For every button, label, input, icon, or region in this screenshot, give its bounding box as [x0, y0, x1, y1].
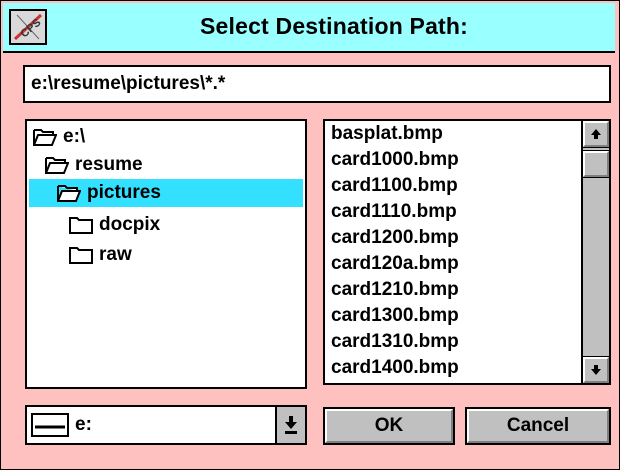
directory-label: docpix: [99, 214, 161, 235]
file-item[interactable]: basplat.bmp: [331, 121, 443, 147]
dialog-title: Select Destination Path:: [199, 13, 469, 39]
system-menu-button[interactable]: CPS: [9, 9, 47, 45]
directory-item[interactable]: docpix: [69, 211, 229, 239]
arrow-up-icon: [591, 129, 601, 139]
directory-list[interactable]: e:\ resume pictures docpix raw: [25, 119, 307, 389]
file-item[interactable]: card1210.bmp: [331, 277, 459, 303]
directory-item[interactable]: e:\: [33, 123, 193, 151]
scroll-thumb[interactable]: [582, 150, 609, 178]
app-logo-icon: CPS: [13, 13, 43, 41]
drive-dropdown-button[interactable]: [275, 407, 305, 443]
cancel-button[interactable]: Cancel: [465, 407, 611, 445]
scroll-up-button[interactable]: [582, 121, 609, 148]
file-item[interactable]: card1200.bmp: [331, 225, 459, 251]
directory-item[interactable]: raw: [69, 241, 229, 269]
file-item[interactable]: card1110.bmp: [331, 199, 457, 225]
dropdown-arrow-icon: [285, 416, 297, 434]
file-item[interactable]: card1100.bmp: [331, 173, 458, 199]
file-item[interactable]: card120a.bmp: [331, 251, 459, 277]
title-bar: CPS Select Destination Path:: [3, 3, 615, 53]
file-item[interactable]: card1000.bmp: [331, 147, 459, 173]
open-folder-icon: [45, 157, 69, 174]
arrow-down-icon: [591, 365, 601, 375]
file-list[interactable]: basplat.bmp card1000.bmp card1100.bmp ca…: [323, 119, 611, 385]
drive-select-value: e:: [75, 414, 92, 435]
file-item[interactable]: card1310.bmp: [331, 329, 459, 355]
path-input[interactable]: e:\resume\pictures\*.*: [23, 65, 611, 103]
file-item[interactable]: card1400.bmp: [331, 355, 459, 381]
directory-item-selected[interactable]: pictures: [29, 179, 303, 207]
drive-select[interactable]: e:: [25, 405, 307, 445]
scroll-down-button[interactable]: [582, 356, 609, 383]
directory-label: e:\: [63, 126, 86, 147]
closed-folder-icon: [69, 247, 93, 264]
ok-button-label: OK: [325, 409, 453, 443]
cancel-button-label: Cancel: [467, 409, 609, 443]
ok-button[interactable]: OK: [323, 407, 455, 445]
directory-label: pictures: [87, 182, 161, 203]
closed-folder-icon: [69, 217, 93, 234]
select-destination-dialog: CPS Select Destination Path: e:\resume\p…: [0, 0, 620, 470]
directory-item[interactable]: resume: [45, 151, 205, 179]
file-item[interactable]: card1300.bmp: [331, 303, 459, 329]
directory-label: raw: [99, 244, 132, 265]
open-folder-icon: [33, 129, 57, 146]
file-list-scrollbar[interactable]: [581, 121, 609, 383]
open-folder-icon: [57, 185, 81, 202]
directory-label: resume: [75, 154, 143, 175]
drive-icon: [31, 413, 69, 437]
